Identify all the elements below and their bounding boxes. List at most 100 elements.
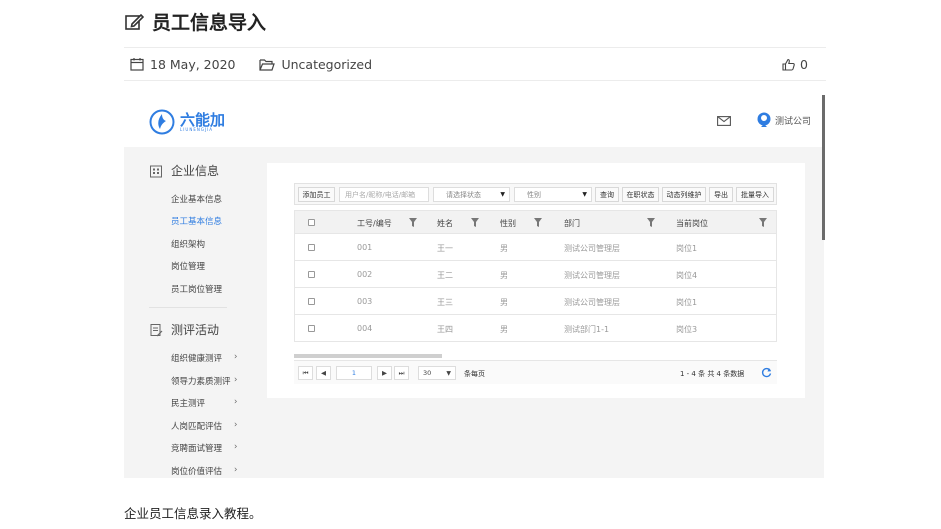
cell-name: 王一 (437, 244, 453, 253)
cell-id: 003 (357, 297, 373, 306)
column-header-department: 部门 (564, 219, 580, 228)
app-screenshot: 六能加 LIUNENGJIA 测试公司 企业信息 企业基本信息 员工基本信息 组… (124, 95, 824, 478)
post-category[interactable]: Uncategorized (259, 57, 372, 72)
cell-position: 岗位3 (676, 325, 698, 334)
sidebar-section-assessment[interactable]: 测评活动 (149, 321, 219, 338)
cell-id: 002 (357, 270, 373, 279)
gender-select[interactable]: 性别 ▼ (514, 187, 592, 202)
dynamic-columns-button[interactable]: 动态列维护 (662, 187, 706, 202)
sidebar-item-label: 人岗匹配评估 (171, 422, 223, 432)
employee-panel: 添加员工 用户名/昵称/电话/邮箱 请选择状态 ▼ 性别 ▼ 查询 在职状态 动… (267, 163, 805, 398)
last-page-button[interactable]: ⏭ (394, 366, 409, 380)
job-status-button[interactable]: 在职状态 (622, 187, 659, 202)
thumbs-up-icon (782, 58, 795, 71)
row-checkbox[interactable] (308, 298, 315, 305)
edit-icon (125, 13, 144, 30)
add-employee-button[interactable]: 添加员工 (298, 187, 335, 202)
chevron-right-icon: › (234, 442, 238, 452)
cell-position: 岗位4 (676, 271, 698, 280)
post-category-link[interactable]: Uncategorized (281, 57, 372, 72)
sidebar-section-label: 测评活动 (171, 323, 220, 337)
bulk-import-button[interactable]: 批量导入 (736, 187, 774, 202)
cell-gender: 男 (500, 298, 508, 307)
table-header: 工号/编号 姓名 性别 部门 当前岗位 (294, 210, 777, 234)
sidebar-item-label: 岗位价值评估 (171, 467, 223, 477)
cell-gender: 男 (500, 271, 508, 280)
filter-icon[interactable] (647, 218, 655, 227)
sidebar-item-leadership[interactable]: 领导力素质测评 › (171, 375, 237, 387)
table-row[interactable]: 004 王四 男 测试部门1-1 岗位3 (294, 315, 777, 342)
search-input[interactable]: 用户名/昵称/电话/邮箱 (339, 187, 429, 202)
mail-icon[interactable] (717, 116, 731, 126)
status-select[interactable]: 请选择状态 ▼ (433, 187, 510, 202)
export-button[interactable]: 导出 (709, 187, 733, 202)
cell-position: 岗位1 (676, 298, 698, 307)
caret-down-icon: ▼ (446, 369, 451, 377)
sidebar-item-position-value[interactable]: 岗位价值评估 › (171, 465, 237, 477)
column-header-id: 工号/编号 (357, 219, 392, 228)
sidebar-section-label: 企业信息 (171, 164, 220, 178)
sidebar-item-label: 竞聘面试管理 (171, 444, 223, 454)
calendar-icon (130, 58, 144, 71)
cell-position: 岗位1 (676, 244, 698, 253)
sidebar-item-company-info[interactable]: 企业基本信息 (171, 193, 222, 205)
first-page-button[interactable]: ⏮ (298, 366, 313, 380)
sidebar-item-employee-info[interactable]: 员工基本信息 (171, 215, 222, 227)
sidebar-item-org-health[interactable]: 组织健康测评 › (171, 352, 237, 364)
table-row[interactable]: 001 王一 男 测试公司管理层 岗位1 (294, 234, 777, 261)
query-button[interactable]: 查询 (595, 187, 619, 202)
cell-name: 王四 (437, 325, 453, 334)
building-icon (150, 165, 162, 177)
page-number-input[interactable]: 1 (336, 366, 372, 380)
sidebar-item-position-mgmt[interactable]: 岗位管理 (171, 260, 205, 272)
sidebar-item-employee-position[interactable]: 员工岗位管理 (171, 283, 222, 295)
post-title-text: 员工信息导入 (152, 12, 267, 34)
table-row[interactable]: 002 王二 男 测试公司管理层 岗位4 (294, 261, 777, 288)
table-row[interactable]: 003 王三 男 测试公司管理层 岗位1 (294, 288, 777, 315)
row-checkbox[interactable] (308, 244, 315, 251)
horizontal-scrollbar[interactable] (294, 354, 442, 358)
caret-down-icon: ▼ (582, 191, 587, 198)
filter-icon[interactable] (759, 218, 767, 227)
clipboard-icon (150, 323, 163, 336)
next-page-button[interactable]: ▶ (377, 366, 392, 380)
column-header-gender: 性别 (500, 219, 516, 228)
select-all-checkbox[interactable] (308, 219, 315, 226)
sidebar-item-job-match[interactable]: 人岗匹配评估 › (171, 420, 237, 432)
app-logo: 六能加 LIUNENGJIA (149, 109, 225, 135)
filter-icon[interactable] (471, 218, 479, 227)
cell-gender: 男 (500, 244, 508, 253)
cell-id: 001 (357, 243, 373, 252)
cell-department: 测试公司管理层 (564, 298, 620, 307)
sidebar-section-company[interactable]: 企业信息 (149, 162, 219, 179)
user-name: 测试公司 (775, 117, 812, 127)
chevron-right-icon: › (234, 375, 238, 385)
cell-gender: 男 (500, 325, 508, 334)
sidebar-item-interview[interactable]: 竞聘面试管理 › (171, 442, 237, 454)
like-button[interactable]: 0 (782, 57, 808, 72)
sidebar-item-label: 领导力素质测评 (171, 377, 231, 387)
chevron-right-icon: › (234, 420, 238, 430)
row-checkbox[interactable] (308, 271, 315, 278)
filter-icon[interactable] (534, 218, 542, 227)
toolbar: 添加员工 用户名/昵称/电话/邮箱 请选择状态 ▼ 性别 ▼ 查询 在职状态 动… (294, 183, 777, 205)
sidebar-item-label: 组织健康测评 (171, 354, 223, 364)
per-page-label: 条每页 (464, 370, 485, 378)
sidebar-item-label: 民主测评 (171, 399, 206, 409)
cell-department: 测试公司管理层 (564, 271, 620, 280)
row-checkbox[interactable] (308, 325, 315, 332)
cell-name: 王三 (437, 298, 453, 307)
user-menu[interactable]: 测试公司 (756, 112, 811, 129)
sidebar-item-democratic[interactable]: 民主测评 › (171, 397, 237, 409)
prev-page-button[interactable]: ◀ (316, 366, 331, 380)
refresh-icon[interactable] (761, 367, 772, 378)
cell-id: 004 (357, 324, 373, 333)
post-caption: 企业员工信息录入教程。 (124, 506, 262, 521)
logo-text: 六能加 (180, 110, 226, 129)
sidebar-item-org-structure[interactable]: 组织架构 (171, 238, 205, 250)
filter-icon[interactable] (409, 218, 417, 227)
page-size-select[interactable]: 30 ▼ (418, 366, 456, 380)
pagination-summary: 1 - 4 条 共 4 条数据 (680, 370, 745, 378)
post-date: 18 May, 2020 (130, 57, 235, 72)
logo-icon (149, 109, 175, 135)
